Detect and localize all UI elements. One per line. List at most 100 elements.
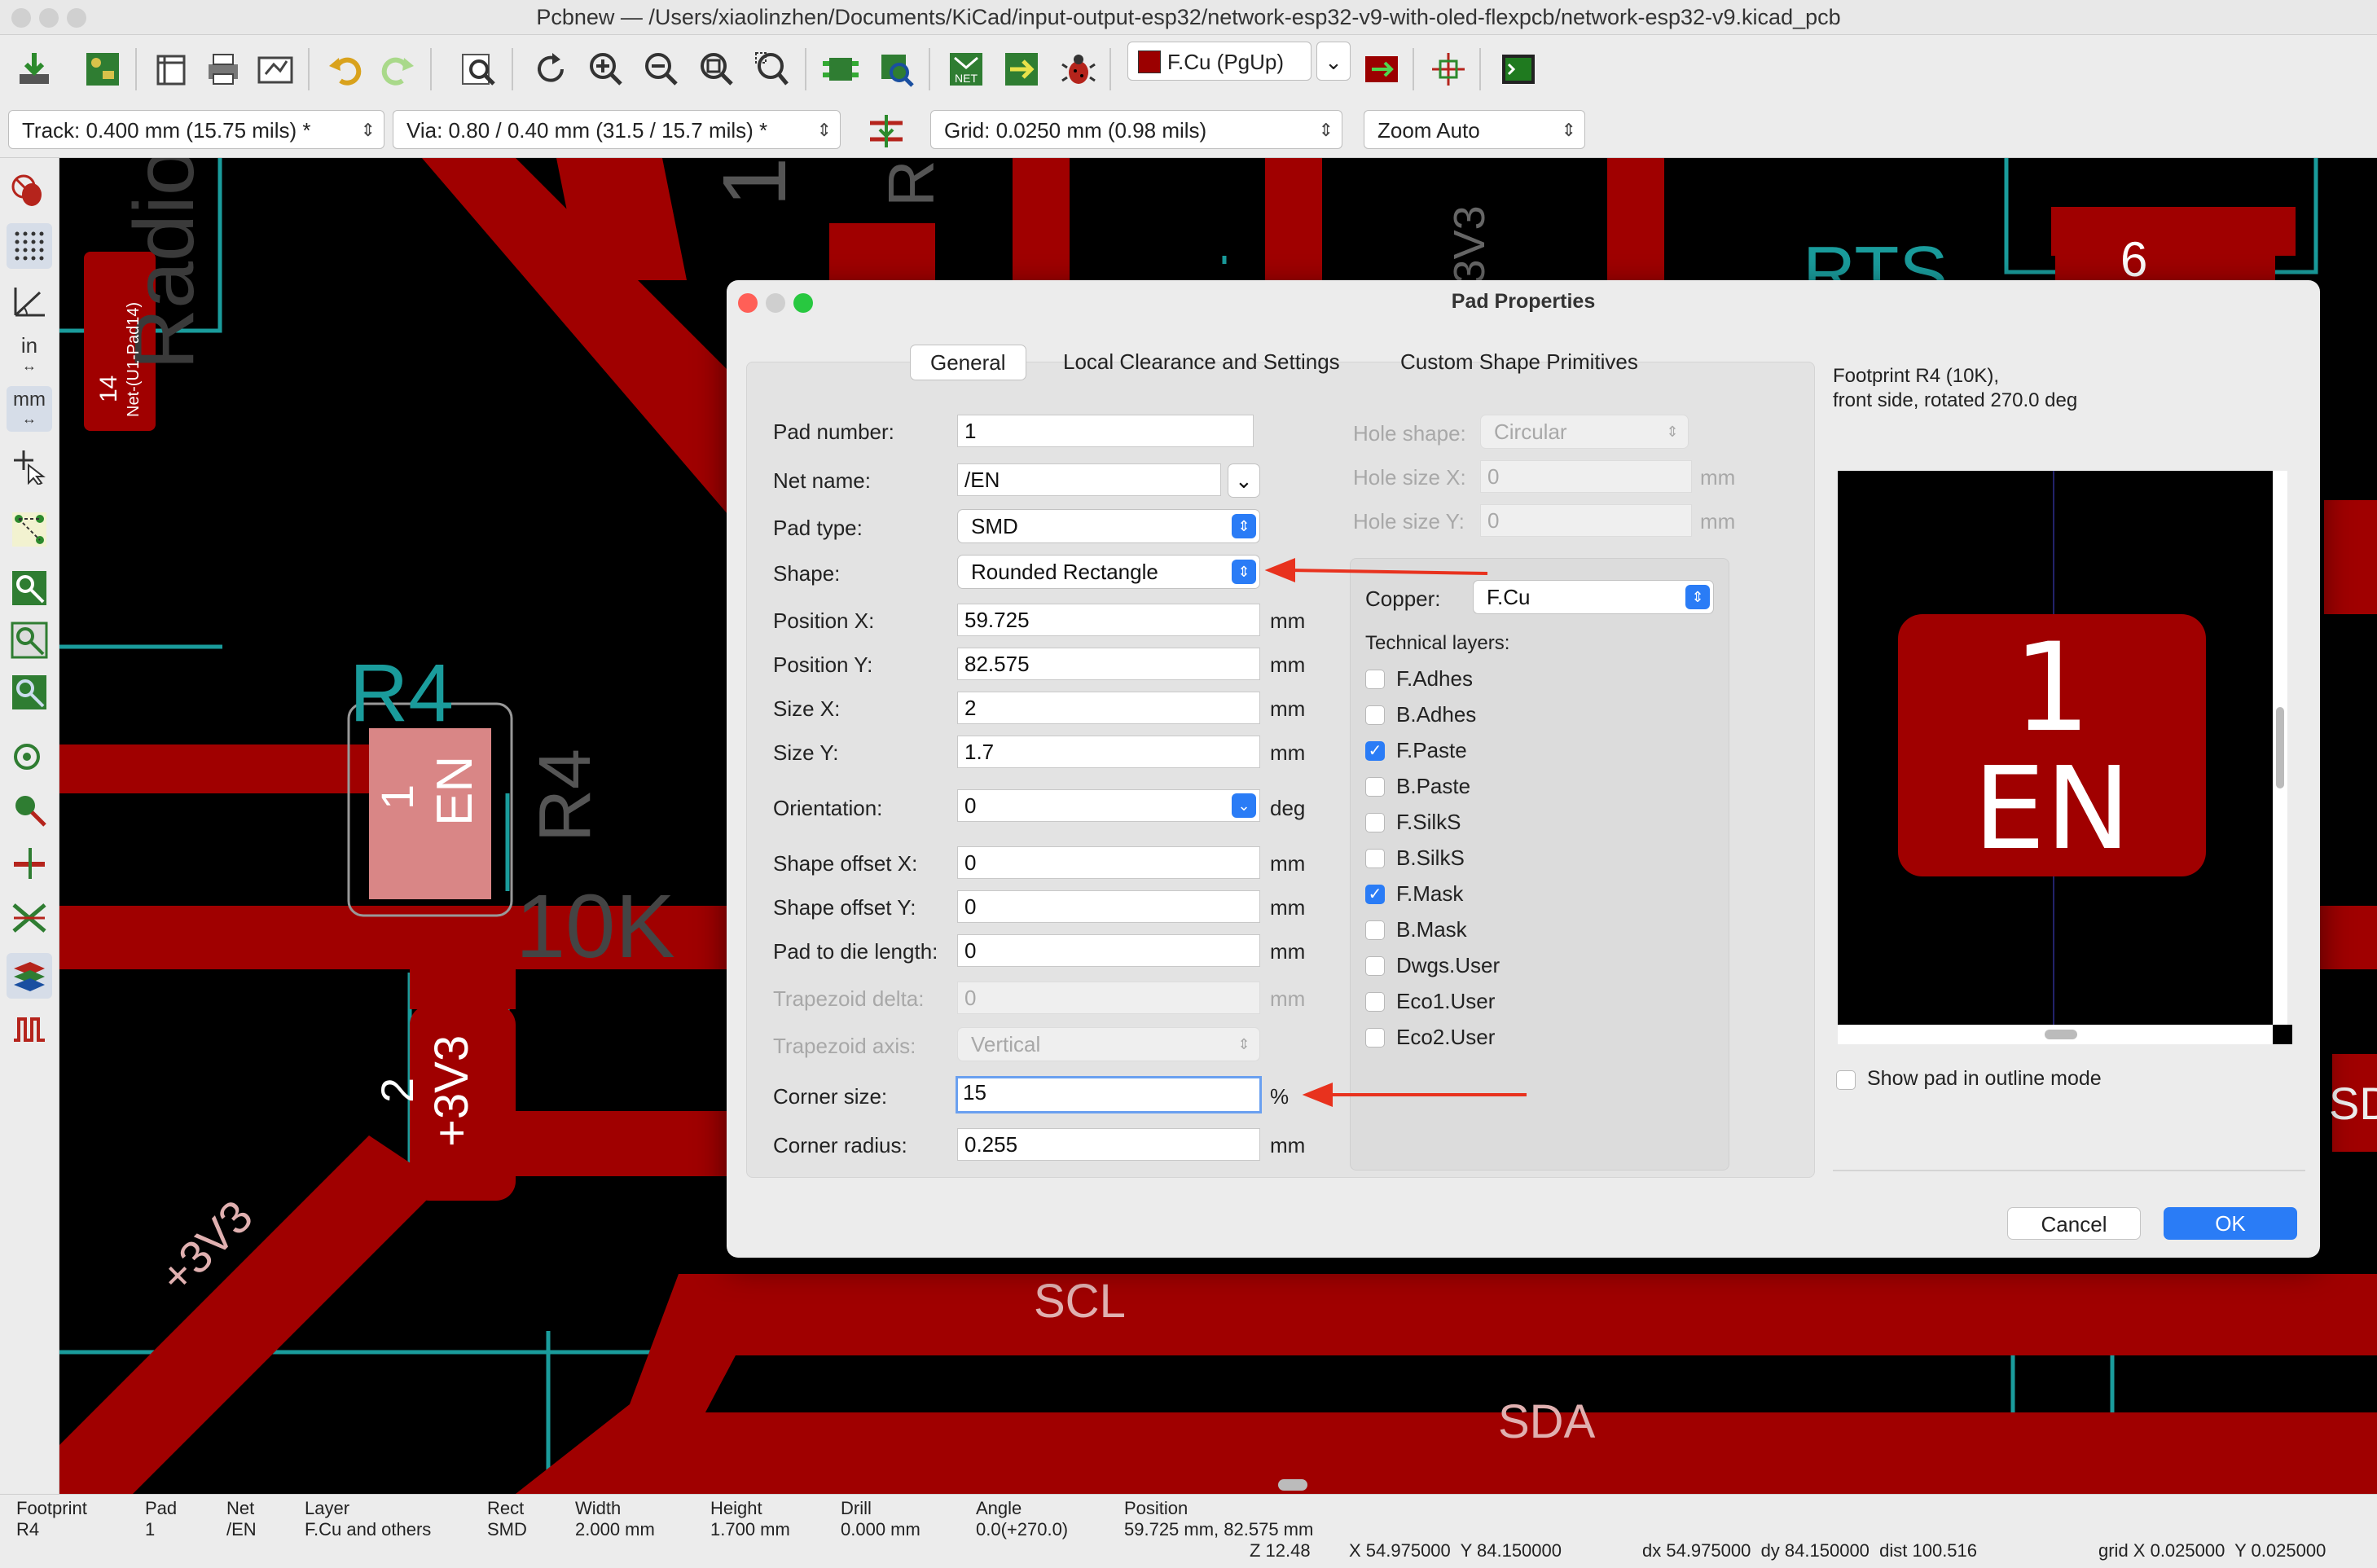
layer-checkbox[interactable] xyxy=(1365,813,1385,832)
pad-number-label: Pad number: xyxy=(773,419,894,444)
zoom-in-icon[interactable] xyxy=(583,46,629,92)
drc-bug-icon[interactable] xyxy=(1056,46,1101,92)
units-inch-button[interactable]: in ↔ xyxy=(7,332,52,378)
zoom-selection-icon[interactable] xyxy=(749,46,795,92)
cancel-button[interactable]: Cancel xyxy=(2007,1207,2141,1240)
layers-manager-icon[interactable] xyxy=(7,953,52,999)
preview-h-scrollbar-thumb[interactable] xyxy=(2045,1030,2077,1039)
layer-pair-icon[interactable] xyxy=(1359,46,1404,92)
track-width-select[interactable]: Track: 0.400 mm (15.75 mils) * ⇕ xyxy=(8,110,384,149)
show-zone-fill-icon[interactable] xyxy=(7,670,52,715)
show-zone-outlines-icon[interactable] xyxy=(7,617,52,663)
status-rect-label: Rect xyxy=(487,1498,525,1518)
board-setup-icon[interactable] xyxy=(80,46,125,92)
netlist-icon[interactable]: NET xyxy=(943,46,989,92)
layer-checkbox-label: B.Paste xyxy=(1396,774,1471,798)
layer-select[interactable]: F.Cu (PgUp) xyxy=(1127,42,1312,81)
via-size-select[interactable]: Via: 0.80 / 0.40 mm (31.5 / 15.7 mils) *… xyxy=(393,110,841,149)
tab-custom-shape-primitives[interactable]: Custom Shape Primitives xyxy=(1381,345,1658,379)
updown-arrow-icon: ⇕ xyxy=(816,120,832,140)
plot-icon[interactable] xyxy=(253,46,298,92)
cursor-shape-icon[interactable] xyxy=(7,443,52,489)
find-icon[interactable] xyxy=(456,46,502,92)
position-y-label: Position Y: xyxy=(773,652,873,677)
hole-size-y-input[interactable]: 0 xyxy=(1480,504,1692,537)
via-sketch-icon[interactable] xyxy=(7,787,52,832)
canvas-scrollbar-thumb[interactable] xyxy=(1278,1479,1307,1491)
corner-radius-input[interactable]: 0.255 xyxy=(957,1128,1260,1161)
pad-number-input[interactable]: 1 xyxy=(957,415,1254,447)
redo-icon[interactable] xyxy=(375,46,420,92)
layer-checkbox[interactable] xyxy=(1365,777,1385,797)
layer-checkbox[interactable]: ✓ xyxy=(1365,741,1385,761)
pad-preview[interactable]: 1 EN xyxy=(1838,471,2273,1025)
ratsnest-icon[interactable] xyxy=(7,507,52,552)
net-name-dropdown-button[interactable]: ⌄ xyxy=(1228,463,1260,498)
tab-general[interactable]: General xyxy=(910,345,1026,380)
position-x-unit: mm xyxy=(1270,608,1306,633)
copper-select[interactable]: F.Cu ⇕ xyxy=(1473,580,1714,614)
status-footprint-label: Footprint xyxy=(16,1498,87,1518)
show-zones-icon[interactable] xyxy=(7,565,52,611)
corner-size-input[interactable]: 15 xyxy=(956,1076,1262,1113)
undo-icon[interactable] xyxy=(323,46,368,92)
length-tuning-icon[interactable] xyxy=(7,1007,52,1052)
trapezoid-axis-select[interactable]: Vertical ⇕ xyxy=(957,1027,1260,1061)
layer-checkbox[interactable] xyxy=(1365,1028,1385,1048)
redraw-icon[interactable] xyxy=(528,46,573,92)
dialog-title: Pad Properties xyxy=(1451,290,1596,313)
auto-track-width-icon[interactable] xyxy=(863,108,909,154)
zoom-out-icon[interactable] xyxy=(639,46,684,92)
high-contrast-icon[interactable] xyxy=(7,894,52,940)
save-icon[interactable] xyxy=(11,46,57,92)
position-x-input[interactable]: 59.725 xyxy=(957,604,1260,636)
shape-select[interactable]: Rounded Rectangle ⇕ xyxy=(957,555,1260,589)
print-icon[interactable] xyxy=(200,46,246,92)
grid-select[interactable]: Grid: 0.0250 mm (0.98 mils) ⇕ xyxy=(930,110,1342,149)
preview-v-scrollbar[interactable] xyxy=(2273,471,2287,1025)
pad-sketch-icon[interactable] xyxy=(7,733,52,779)
status-height-value: 1.700 mm xyxy=(710,1519,790,1539)
page-settings-icon[interactable] xyxy=(148,46,194,92)
orientation-combo[interactable]: 0 ⌄ xyxy=(957,789,1260,822)
grid-toggle-icon[interactable] xyxy=(7,223,52,269)
scripting-console-icon[interactable] xyxy=(1496,46,1541,92)
pad2-net: +3V3 xyxy=(425,1034,478,1147)
footprint-viewer-icon[interactable] xyxy=(873,46,919,92)
shape-offset-x-input[interactable]: 0 xyxy=(957,846,1260,879)
hole-size-x-input[interactable]: 0 xyxy=(1480,460,1692,493)
size-y-input[interactable]: 1.7 xyxy=(957,736,1260,768)
layer-checkbox[interactable] xyxy=(1365,992,1385,1012)
layer-select-dropdown-button[interactable]: ⌄ xyxy=(1316,42,1351,81)
hole-shape-select[interactable]: Circular ⇕ xyxy=(1480,415,1689,449)
track-sketch-icon[interactable] xyxy=(7,841,52,886)
show-outline-checkbox[interactable] xyxy=(1836,1070,1856,1090)
layer-checkbox[interactable] xyxy=(1365,705,1385,725)
update-pcb-icon[interactable] xyxy=(999,46,1044,92)
drc-off-icon[interactable] xyxy=(7,169,52,215)
layer-checkbox[interactable]: ✓ xyxy=(1365,885,1385,904)
pad-type-select[interactable]: SMD ⇕ xyxy=(957,509,1260,543)
shape-label: Shape: xyxy=(773,561,841,586)
layer-checkbox[interactable] xyxy=(1365,849,1385,868)
net-name-input[interactable]: /EN xyxy=(957,463,1221,496)
layer-checkbox[interactable] xyxy=(1365,670,1385,689)
preview-h-scrollbar[interactable] xyxy=(1838,1025,2273,1044)
microwave-tool-icon[interactable] xyxy=(1426,46,1471,92)
zoom-select[interactable]: Zoom Auto ⇕ xyxy=(1364,110,1585,149)
zoom-fit-icon[interactable] xyxy=(694,46,740,92)
layer-checkbox[interactable] xyxy=(1365,920,1385,940)
ok-button[interactable]: OK xyxy=(2164,1207,2297,1240)
footprint-editor-icon[interactable] xyxy=(818,46,863,92)
polar-coords-icon[interactable] xyxy=(7,279,52,324)
pad-to-die-input[interactable]: 0 xyxy=(957,934,1260,967)
size-x-input[interactable]: 2 xyxy=(957,692,1260,724)
trapezoid-delta-input[interactable]: 0 xyxy=(957,982,1260,1014)
layer-checkbox[interactable] xyxy=(1365,956,1385,976)
position-y-input[interactable]: 82.575 xyxy=(957,648,1260,680)
tab-local-clearance[interactable]: Local Clearance and Settings xyxy=(1044,345,1360,379)
preview-v-scrollbar-thumb[interactable] xyxy=(2276,707,2284,788)
units-mm-button[interactable]: mm ↔ xyxy=(7,386,52,432)
shape-value: Rounded Rectangle xyxy=(971,560,1158,584)
shape-offset-y-input[interactable]: 0 xyxy=(957,890,1260,923)
